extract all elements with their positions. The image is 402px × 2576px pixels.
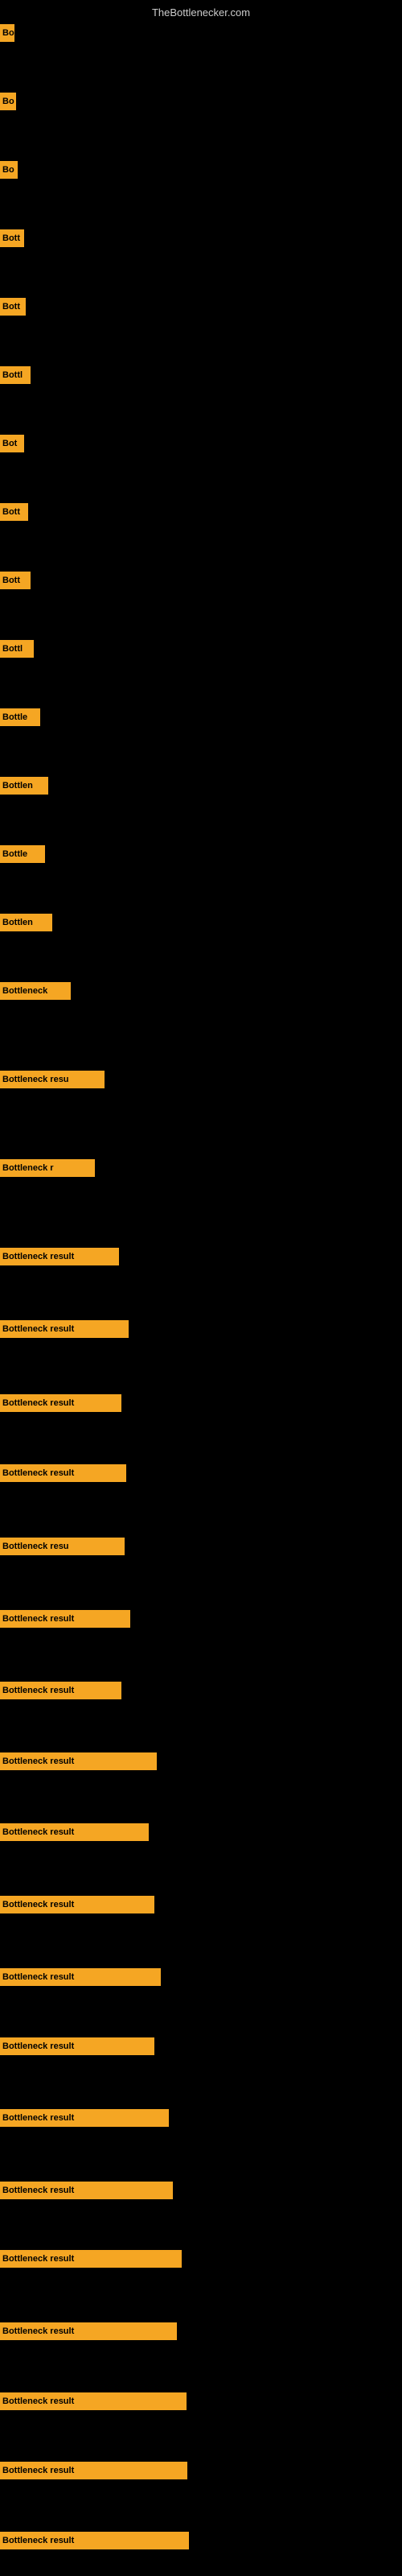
bar-item: Bott (0, 229, 24, 247)
bottleneck-bar: Bo (0, 24, 14, 42)
bottleneck-bar: Bottleneck result (0, 1823, 149, 1841)
bar-item: Bottlen (0, 777, 48, 795)
bottleneck-bar: Bottl (0, 640, 34, 658)
bottleneck-bar: Bott (0, 298, 26, 316)
bar-item: Bottleneck resu (0, 1071, 105, 1088)
bar-item: Bottleneck result (0, 2322, 177, 2340)
bottleneck-bar: Bottleneck result (0, 2392, 187, 2410)
bar-item: Bottl (0, 366, 31, 384)
bar-item: Bottleneck result (0, 1610, 130, 1628)
bar-item: Bottleneck result (0, 1968, 161, 1986)
bar-item: Bottleneck result (0, 2109, 169, 2127)
bar-item: Bottleneck result (0, 1752, 157, 1770)
bottleneck-bar: Bott (0, 572, 31, 589)
bar-item: Bottleneck result (0, 2392, 187, 2410)
bottleneck-bar: Bottleneck result (0, 1752, 157, 1770)
bottleneck-bar: Bo (0, 93, 16, 110)
bar-item: Bottleneck (0, 982, 71, 1000)
bottleneck-bar: Bottleneck result (0, 2322, 177, 2340)
bar-item: Bottleneck result (0, 2037, 154, 2055)
bottleneck-bar: Bottlen (0, 914, 52, 931)
bottleneck-bar: Bot (0, 435, 24, 452)
bottleneck-bar: Bottleneck result (0, 1968, 161, 1986)
bar-item: Bottleneck result (0, 1682, 121, 1699)
bottleneck-bar: Bottleneck result (0, 2532, 189, 2549)
bottleneck-bar: Bottleneck result (0, 1682, 121, 1699)
bar-item: Bot (0, 435, 24, 452)
bottleneck-bar: Bottleneck r (0, 1159, 95, 1177)
bottleneck-bar: Bottleneck result (0, 2250, 182, 2268)
bar-item: Bottleneck result (0, 2532, 189, 2549)
bottleneck-bar: Bott (0, 503, 28, 521)
bottleneck-bar: Bottleneck result (0, 2109, 169, 2127)
bottleneck-bar: Bottleneck result (0, 2462, 187, 2479)
bottleneck-bar: Bottleneck result (0, 1610, 130, 1628)
bar-item: Bottle (0, 845, 45, 863)
bar-item: Bottleneck result (0, 1823, 149, 1841)
bottleneck-bar: Bottleneck resu (0, 1538, 125, 1555)
bottleneck-bar: Bottleneck result (0, 1464, 126, 1482)
bar-item: Bottle (0, 708, 40, 726)
bar-item: Bottleneck resu (0, 1538, 125, 1555)
bottleneck-bar: Bottleneck resu (0, 1071, 105, 1088)
bar-item: Bottleneck result (0, 1464, 126, 1482)
bar-item: Bo (0, 161, 18, 179)
bar-item: Bottleneck result (0, 2250, 182, 2268)
bottleneck-bar: Bottleneck (0, 982, 71, 1000)
bar-item: Bo (0, 24, 14, 42)
bottleneck-bar: Bottleneck result (0, 1896, 154, 1913)
bottleneck-bar: Bottleneck result (0, 2037, 154, 2055)
bottleneck-bar: Bottleneck result (0, 1320, 129, 1338)
bottleneck-bar: Bottleneck result (0, 2182, 173, 2199)
bar-item: Bottlen (0, 914, 52, 931)
bar-item: Bott (0, 572, 31, 589)
bar-item: Bottleneck result (0, 2462, 187, 2479)
bar-item: Bottleneck result (0, 1394, 121, 1412)
bottleneck-bar: Bottleneck result (0, 1248, 119, 1265)
bar-item: Bott (0, 298, 26, 316)
bottleneck-bar: Bottle (0, 708, 40, 726)
site-title: TheBottlenecker.com (152, 6, 250, 19)
bottleneck-bar: Bo (0, 161, 18, 179)
bottleneck-bar: Bottleneck result (0, 1394, 121, 1412)
bar-item: Bottleneck result (0, 1248, 119, 1265)
bottleneck-bar: Bottlen (0, 777, 48, 795)
bar-item: Bottleneck result (0, 2182, 173, 2199)
bar-item: Bottleneck result (0, 1320, 129, 1338)
bar-item: Bott (0, 503, 28, 521)
bottleneck-bar: Bott (0, 229, 24, 247)
bar-item: Bottleneck r (0, 1159, 95, 1177)
bar-item: Bo (0, 93, 16, 110)
bar-item: Bottl (0, 640, 34, 658)
bottleneck-bar: Bottl (0, 366, 31, 384)
bottleneck-bar: Bottle (0, 845, 45, 863)
bar-item: Bottleneck result (0, 1896, 154, 1913)
